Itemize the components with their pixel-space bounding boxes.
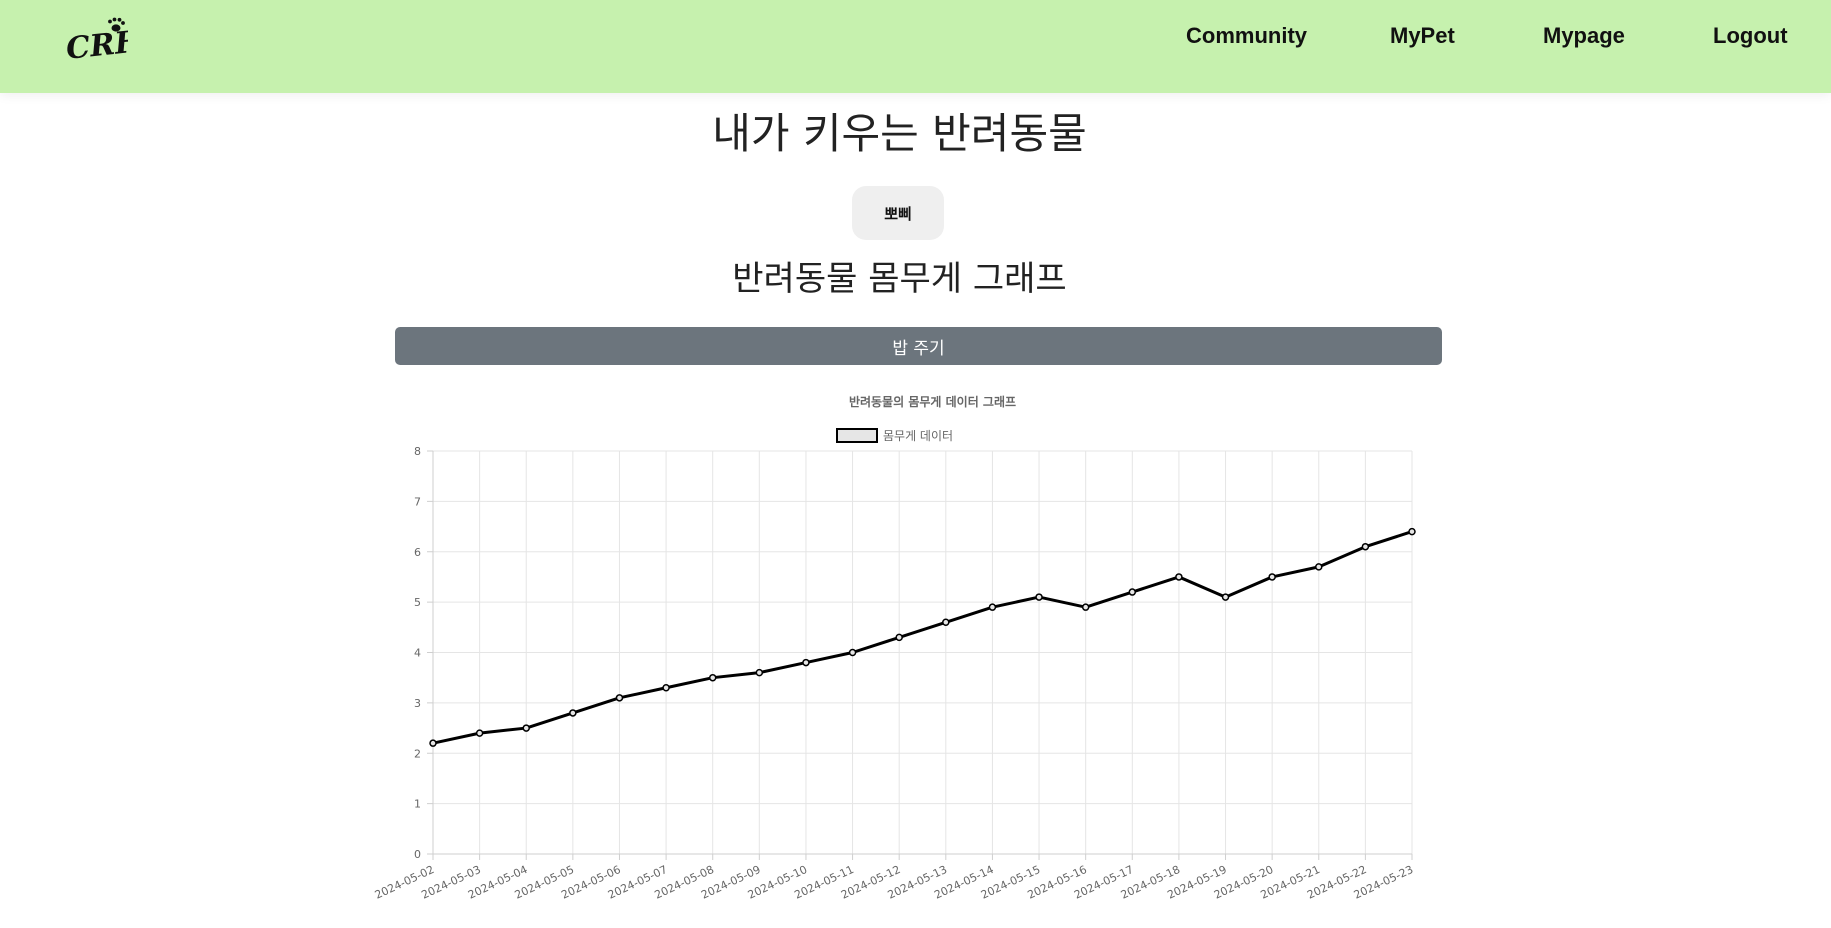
y-tick-label: 4 [414,647,421,660]
weight-line-chart: 반려동물의 몸무게 데이터 그래프몸무게 데이터0123456782024-05… [373,394,1416,902]
data-point [569,709,577,717]
nav-logout[interactable]: Logout [1713,21,1788,51]
top-navbar: CRH Community MyPet Mypage Logout [0,0,1831,93]
data-point [1408,527,1416,536]
data-point [1175,573,1183,581]
data-point [1221,593,1230,601]
nav-community[interactable]: Community [1186,21,1307,51]
data-point [848,648,857,657]
chart-title: 반려동물의 몸무게 데이터 그래프 [849,394,1016,409]
data-point [1035,593,1043,601]
y-tick-label: 5 [414,596,421,609]
data-point [615,694,624,702]
data-point [942,618,950,627]
data-point [895,633,903,642]
data-point [429,739,437,747]
series-line [432,530,1413,745]
y-tick-label: 2 [414,747,421,760]
feed-button[interactable]: 밥 주기 [395,327,1442,365]
graph-section-title: 반려동물 몸무게 그래프 [732,259,1067,299]
logo-text: CRH [64,24,128,67]
data-point [708,673,717,682]
y-tick-label: 1 [414,798,421,811]
data-point [475,729,484,737]
data-point [522,724,530,732]
data-point [988,603,997,611]
data-point [755,668,764,677]
data-point [1268,573,1276,581]
y-tick-label: 3 [414,697,421,710]
nav-mypage[interactable]: Mypage [1543,21,1625,51]
y-tick-label: 8 [414,445,421,458]
y-tick-label: 7 [414,495,421,508]
logo[interactable]: CRH [64,16,128,68]
data-point [1315,563,1323,571]
data-point [1128,588,1137,596]
data-point [1081,603,1090,611]
y-tick-label: 0 [414,848,421,861]
page-title: 내가 키우는 반려동물 [712,109,1087,158]
data-point [802,658,810,667]
pet-select-button[interactable]: 뽀삐 [852,186,944,240]
data-point [1361,542,1370,551]
y-tick-label: 6 [414,546,421,559]
legend-swatch [836,428,878,443]
legend-label: 몸무게 데이터 [883,429,953,443]
nav-mypet[interactable]: MyPet [1390,21,1455,51]
data-point [662,684,670,692]
